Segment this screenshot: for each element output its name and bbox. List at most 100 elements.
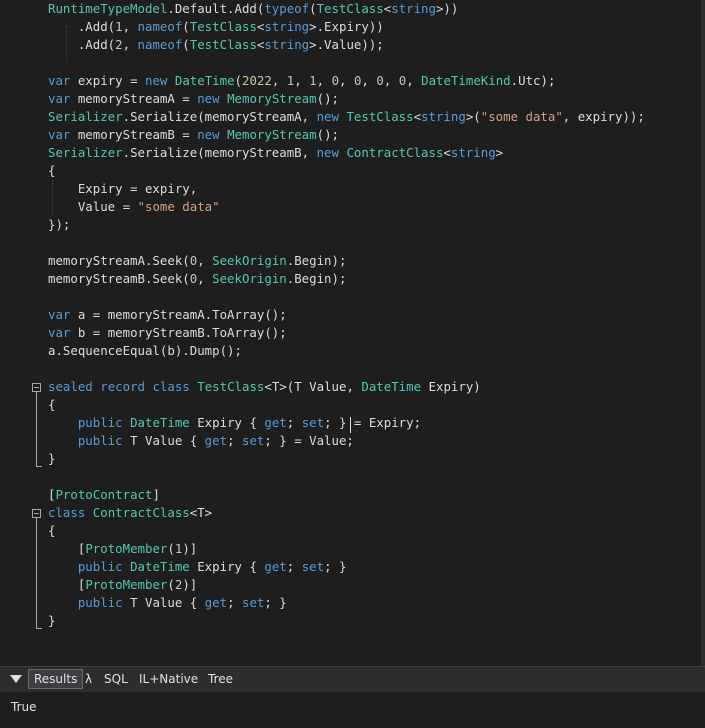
code-token: 1 bbox=[115, 19, 123, 34]
code-token: , bbox=[383, 73, 399, 88]
code-token: "some data" bbox=[137, 199, 220, 214]
code-token: T Value { bbox=[122, 595, 205, 610]
code-line-16: memoryStreamB.Seek(0, SeekOrigin.Begin); bbox=[48, 270, 346, 288]
code-token: string bbox=[450, 145, 496, 160]
code-token: 2022 bbox=[242, 73, 272, 88]
code-token: .Add( bbox=[48, 37, 116, 52]
code-token: 1 bbox=[309, 73, 317, 88]
code-token: TestClass bbox=[346, 109, 414, 124]
code-token: DateTimeKind bbox=[421, 73, 511, 88]
tab-results[interactable]: Results bbox=[28, 669, 84, 689]
code-token: nameof bbox=[137, 37, 183, 52]
code-token: public bbox=[77, 559, 123, 574]
code-token: 2 bbox=[115, 37, 123, 52]
code-token: new bbox=[145, 73, 168, 88]
code-token: set bbox=[301, 559, 325, 574]
code-token: , bbox=[122, 37, 138, 52]
code-token: TestClass bbox=[316, 1, 384, 16]
code-token: , bbox=[339, 73, 354, 88]
code-token: expiry = bbox=[70, 73, 145, 88]
code-token: class bbox=[152, 379, 190, 394]
code-token: sealed bbox=[48, 379, 93, 394]
code-token: < bbox=[413, 109, 422, 124]
code-token: SeekOrigin bbox=[212, 253, 287, 268]
tab-lambda[interactable]: λ bbox=[80, 669, 97, 689]
code-token: DateTime bbox=[361, 379, 422, 394]
fold-guide-end bbox=[36, 628, 42, 629]
code-token: string bbox=[421, 109, 466, 124]
code-line-18: var a = memoryStreamA.ToArray(); bbox=[48, 306, 287, 324]
code-token: memoryStreamA = bbox=[70, 91, 198, 106]
tab-sql[interactable]: SQL bbox=[99, 669, 133, 689]
code-line-34: public T Value { get; set; } bbox=[48, 594, 287, 612]
code-token: TestClass bbox=[197, 379, 265, 394]
code-token: SeekOrigin bbox=[212, 271, 287, 286]
results-output: True bbox=[0, 692, 705, 728]
code-token: Expiry { bbox=[189, 559, 265, 574]
code-line-25: public T Value { get; set; } = Value; bbox=[48, 432, 354, 450]
code-line-1: RuntimeTypeModel.Default.Add(typeof(Test… bbox=[48, 0, 458, 18]
code-token: get bbox=[264, 559, 287, 574]
code-line-7: Serializer.Serialize(memoryStreamA, new … bbox=[48, 108, 645, 126]
code-token: var bbox=[48, 127, 71, 142]
code-token: record bbox=[100, 379, 145, 394]
code-token: .Utc); bbox=[510, 73, 556, 88]
code-token: ContractClass bbox=[346, 145, 444, 160]
code-line-32: public DateTime Expiry { get; set; } bbox=[48, 558, 347, 576]
code-token: >)) bbox=[435, 1, 459, 16]
code-line-23: { bbox=[48, 397, 56, 412]
code-token: [ bbox=[48, 577, 86, 592]
code-token: ( bbox=[234, 73, 243, 88]
code-token: string bbox=[264, 19, 310, 34]
code-token: )] bbox=[182, 577, 198, 592]
code-token: , expiry)); bbox=[562, 109, 645, 124]
code-token: , bbox=[361, 73, 377, 88]
code-token: > bbox=[495, 145, 504, 160]
triangle-down-icon[interactable] bbox=[10, 675, 22, 683]
code-token: ; bbox=[227, 433, 242, 448]
code-line-31: [ProtoMember(1)] bbox=[48, 540, 197, 558]
code-line-13: }); bbox=[48, 217, 71, 232]
code-line-5: var expiry = new DateTime(2022, 1, 1, 0,… bbox=[48, 72, 555, 90]
fold-guide bbox=[36, 518, 37, 628]
code-token: TestClass bbox=[189, 19, 257, 34]
tab-il-native[interactable]: IL+Native bbox=[134, 669, 203, 689]
code-token: , bbox=[406, 73, 422, 88]
code-editor[interactable]: RuntimeTypeModel.Default.Add(typeof(Test… bbox=[0, 0, 705, 666]
code-token: TestClass bbox=[189, 37, 257, 52]
code-token: , bbox=[197, 253, 213, 268]
code-line-28: [ProtoContract] bbox=[48, 486, 160, 504]
code-token: [ bbox=[48, 541, 86, 556]
code-token: memoryStreamB.Seek( bbox=[48, 271, 190, 286]
tab-tree[interactable]: Tree bbox=[203, 669, 238, 689]
code-token: get bbox=[264, 415, 287, 430]
code-token: DateTime bbox=[130, 415, 190, 430]
code-token: var bbox=[48, 73, 71, 88]
code-token: , bbox=[122, 19, 138, 34]
code-token: ; bbox=[286, 415, 302, 430]
results-tab-bar: Results λ SQL IL+Native Tree bbox=[0, 666, 705, 692]
code-token: 0 bbox=[331, 73, 340, 88]
code-token: string bbox=[264, 37, 310, 52]
code-token: ; } bbox=[264, 595, 287, 610]
collapse-region-icon[interactable] bbox=[32, 509, 41, 518]
code-token: DateTime bbox=[130, 559, 190, 574]
code-token: set bbox=[241, 595, 265, 610]
code-token: .Add( bbox=[48, 19, 116, 34]
code-token: Value = bbox=[48, 199, 138, 214]
code-token: public bbox=[77, 415, 123, 430]
code-token: set bbox=[301, 415, 325, 430]
collapse-region-icon[interactable] bbox=[32, 383, 41, 392]
code-line-3: .Add(2, nameof(TestClass<string>.Value))… bbox=[48, 36, 384, 54]
code-token: ( bbox=[182, 19, 190, 34]
code-line-33: [ProtoMember(2)] bbox=[48, 576, 197, 594]
code-token: new bbox=[316, 145, 339, 160]
output-value: True bbox=[11, 700, 37, 714]
code-token: a = memoryStreamA.ToArray(); bbox=[70, 307, 287, 322]
code-token: >.Expiry)) bbox=[309, 19, 384, 34]
